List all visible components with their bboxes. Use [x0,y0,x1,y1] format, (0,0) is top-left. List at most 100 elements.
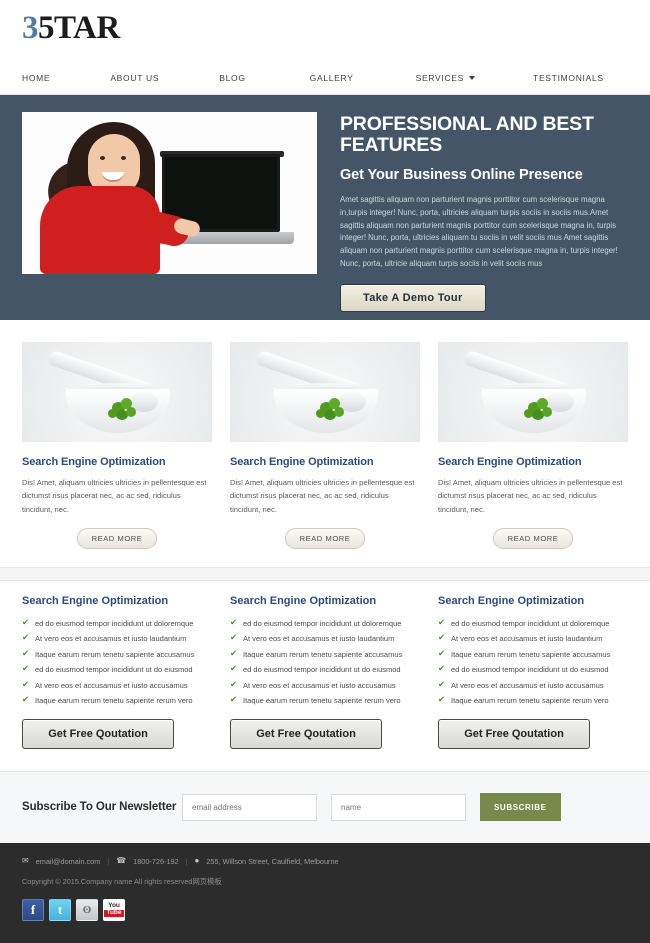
hero-text-block: PROFESSIONAL AND BEST FEATURES Get Your … [340,112,628,313]
herb-leaf [334,407,344,417]
hero-heading: PROFESSIONAL AND BEST FEATURES [340,113,594,157]
get-free-quotation-button[interactable]: Get Free Qoutation [230,718,382,749]
reddit-icon[interactable]: ʘ [76,898,98,921]
herb-leaf [542,407,552,417]
list-item: ✔ At vero eos et accusamus et iusto lauda… [230,631,420,647]
list-item-label: Itaque earum rerum tenetu sapiente rerum… [451,696,609,706]
feature-title: Search Engine Optimization [230,594,377,607]
footer-address: 255, Willson Street, Caulfield, Melbourn… [206,856,339,866]
check-icon: ✔ [438,616,446,627]
list-item: ✔ Itaque earum rerum tenetu sapiente accu… [230,647,420,663]
services-section: Search Engine Optimization Dis! Amet, al… [0,320,650,567]
get-free-quotation-button[interactable]: Get Free Qoutation [438,718,590,749]
site-header: 35TAR [0,0,650,62]
footer-email[interactable]: email@domain.com [36,857,101,866]
main-navigation: HOME ABOUT US BLOG GALLERY SERVICES TEST… [0,62,650,95]
read-more-button[interactable]: READ MORE [76,527,158,549]
check-icon: ✔ [22,632,30,643]
nav-item-blog[interactable]: BLOG [219,73,245,83]
newsletter-title: Subscribe To Our Newsletter [22,801,177,814]
logo-accent-char: 3 [22,10,39,46]
check-icon: ✔ [438,663,446,674]
check-icon: ✔ [22,663,30,674]
nav-item-services[interactable]: SERVICES [415,73,476,83]
read-more-wrapper: READ MORE [230,527,420,549]
nav-item-about-us[interactable]: ABOUT US [110,73,159,83]
footer-separator: | [185,856,188,866]
check-icon: ✔ [22,616,30,627]
list-item-label: At vero eos et accusamus et iusto laudan… [243,634,395,644]
service-title: Search Engine Optimization [438,456,582,468]
list-item: ✔ At vero eos et accusamus et iusto accus… [230,678,420,694]
service-image [438,342,628,442]
service-card: Search Engine Optimization Dis! Amet, al… [22,342,212,549]
take-a-demo-tour-button[interactable]: Take A Demo Tour [340,284,486,313]
list-item-label: ed do eiusmod tempor incididunt ut do ei… [451,665,609,675]
list-item-label: ed do eiusmod tempor incididunt ut dolor… [35,618,194,628]
site-footer: ✉ email@domain.com | ☎ 1800-726-192 | ● … [0,842,650,943]
list-item: ✔ Itaque earum rerum tenetu sapiente reru… [438,693,628,709]
read-more-wrapper: READ MORE [22,527,212,549]
list-item-label: At vero eos et accusamus et iusto laudan… [451,634,603,644]
service-description: Dis! Amet, aliquam ultricies ultricies i… [230,478,415,514]
service-title: Search Engine Optimization [22,456,166,468]
list-item-label: ed do eiusmod tempor incididunt ut dolor… [243,618,402,628]
youtube-tube-text: Tube [104,909,124,917]
list-item-label: Itaque earum rerum tenetu sapiente accus… [35,649,195,659]
service-image [230,342,420,442]
list-item-label: ed do eiusmod tempor incididunt ut do ei… [243,665,401,675]
list-item: ✔ ed do eiusmod tempor incididunt ut do e… [22,662,212,678]
list-item: ✔ At vero eos et accusamus et iusto lauda… [438,631,628,647]
check-icon: ✔ [230,678,238,689]
nav-label: TESTIMONIALS [533,73,604,83]
feature-list: ✔ ed do eiusmod tempor incididunt ut dolo… [438,616,628,709]
check-icon: ✔ [438,632,446,643]
newsletter-name-input[interactable] [331,793,466,821]
check-icon: ✔ [438,694,446,705]
get-free-quotation-button[interactable]: Get Free Qoutation [22,718,174,749]
service-description: Dis! Amet, aliquam ultricies ultricies i… [438,478,623,514]
list-item-label: Itaque earum rerum tenetu sapiente rerum… [243,696,401,706]
footer-social-links: f t ʘ You Tube [22,898,628,921]
envelope-icon: ✉ [22,856,29,866]
copyright-suffix: 网页模板 [192,876,222,886]
newsletter-email-input[interactable] [182,793,317,821]
service-image [22,342,212,442]
copyright-text: Copyright © 2015.Company name All rights… [22,876,193,886]
nav-label: SERVICES [415,73,465,83]
read-more-button[interactable]: READ MORE [492,527,574,549]
list-item: ✔ At vero eos et accusamus et iusto lauda… [22,631,212,647]
nav-item-testimonials[interactable]: TESTIMONIALS [533,73,604,83]
twitter-icon[interactable]: t [49,898,71,921]
person-eye-right [121,156,126,160]
list-item: ✔ At vero eos et accusamus et iusto accus… [438,678,628,694]
logo-text: 5TAR [38,10,120,46]
nav-label: GALLERY [309,73,354,83]
check-icon: ✔ [230,647,238,658]
newsletter-section: Subscribe To Our Newsletter SUBSCRIBE [0,770,650,843]
chevron-down-icon [469,76,476,80]
youtube-icon[interactable]: You Tube [103,898,125,921]
list-item: ✔ ed do eiusmod tempor incididunt ut dolo… [22,616,212,632]
list-item: ✔ Itaque earum rerum tenetu sapiente accu… [22,647,212,663]
list-item: ✔ Itaque earum rerum tenetu sapiente reru… [22,693,212,709]
section-divider [0,566,650,581]
list-item-label: Itaque earum rerum tenetu sapiente accus… [451,649,611,659]
list-item-label: At vero eos et accusamus et iusto accusa… [451,680,604,690]
facebook-icon[interactable]: f [22,898,44,921]
nav-label: ABOUT US [110,73,160,83]
read-more-button[interactable]: READ MORE [284,527,366,549]
hero-banner: PROFESSIONAL AND BEST FEATURES Get Your … [0,95,650,320]
site-logo[interactable]: 35TAR [22,12,120,45]
subscribe-button[interactable]: SUBSCRIBE [480,793,561,822]
check-icon: ✔ [230,616,238,627]
nav-item-home[interactable]: HOME [22,73,50,83]
nav-item-gallery[interactable]: GALLERY [310,73,354,83]
check-icon: ✔ [230,663,238,674]
hero-subheading: Get Your Business Online Presence [340,166,583,183]
footer-phone: 1800-726-192 [133,856,179,866]
herb-leaf [524,409,533,418]
check-icon: ✔ [230,694,238,705]
herb-leaf [316,409,325,418]
list-item: ✔ ed do eiusmod tempor incididunt ut dolo… [230,616,420,632]
